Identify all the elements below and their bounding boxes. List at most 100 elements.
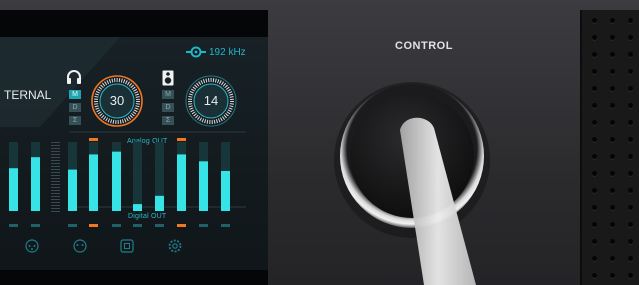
digital-out-indicator [31, 224, 40, 227]
grille-hole [592, 205, 597, 210]
grille-hole [592, 69, 597, 74]
control-section: CONTROL [268, 10, 580, 285]
meter-scale-tick [51, 169, 60, 170]
meter-scale-tick [51, 202, 60, 203]
level-meters [9, 138, 230, 227]
grille-hole [592, 137, 597, 142]
meter-scale-tick [51, 205, 60, 206]
meter-scale-tick [51, 178, 60, 179]
grille-hole [628, 137, 633, 142]
meter-scale-tick [51, 148, 60, 149]
grille-hole [592, 154, 597, 159]
grille-hole [628, 256, 633, 261]
digital-out-indicator [199, 224, 208, 227]
clip-indicator [177, 138, 186, 141]
grille-hole [592, 18, 597, 23]
grille-hole [592, 171, 597, 176]
device-photo: TERNAL 192 kHz M D Σ 30 M D Σ 14 Analog … [0, 0, 639, 285]
grille-hole [610, 222, 615, 227]
grille-hole [592, 35, 597, 40]
digital-out-indicator [68, 224, 77, 227]
control-knob[interactable] [268, 10, 580, 285]
meter-scale-tick [51, 190, 60, 191]
settings-gear-icon[interactable] [168, 239, 182, 253]
grille-hole [628, 86, 633, 91]
digital-out-indicator [133, 224, 142, 227]
grille-hole [592, 239, 597, 244]
speaker-grille [580, 10, 639, 285]
grille-hole [592, 222, 597, 227]
meter-track [133, 142, 142, 211]
grille-hole [628, 273, 633, 278]
grille-hole [628, 188, 633, 193]
meter-scale-tick [51, 211, 60, 212]
meter-scale-tick [51, 187, 60, 188]
digital-out-indicator [221, 224, 230, 227]
grille-hole [628, 69, 633, 74]
grille-hole [610, 52, 615, 57]
meter-scale-tick [51, 145, 60, 146]
meter-bar [9, 168, 18, 211]
grille-hole [628, 222, 633, 227]
grille-hole [610, 205, 615, 210]
grille-hole [610, 256, 615, 261]
grille-hole [628, 120, 633, 125]
meter-scale-tick [51, 142, 60, 143]
meter-scale-tick [51, 163, 60, 164]
grille-hole [628, 171, 633, 176]
meter-scale-tick [51, 208, 60, 209]
meter-scale-tick [51, 199, 60, 200]
digital-out-indicator [155, 224, 164, 227]
digital-out-indicator [9, 224, 18, 227]
grille-hole [628, 103, 633, 108]
meter-bar [155, 195, 164, 211]
grille-hole [610, 18, 615, 23]
grille-hole [628, 18, 633, 23]
meter-scale-tick [51, 184, 60, 185]
grille-hole [610, 154, 615, 159]
grille-hole [592, 273, 597, 278]
meter-scale-tick [51, 166, 60, 167]
meter-bar [177, 154, 186, 211]
grille-hole [628, 205, 633, 210]
grille-hole [628, 52, 633, 57]
grille-hole [592, 52, 597, 57]
meter-bar [31, 157, 40, 211]
meter-bar [89, 154, 98, 211]
grille-hole [628, 239, 633, 244]
grille-hole [592, 120, 597, 125]
meter-bar [221, 170, 230, 211]
meter-bar [112, 151, 121, 211]
grille-hole [592, 103, 597, 108]
grille-hole [610, 86, 615, 91]
grille-hole [610, 239, 615, 244]
grille-hole [592, 86, 597, 91]
meter-scale-tick [51, 154, 60, 155]
touch-screen: TERNAL 192 kHz M D Σ 30 M D Σ 14 Analog … [0, 37, 268, 270]
screen-bezel: TERNAL 192 kHz M D Σ 30 M D Σ 14 Analog … [0, 10, 268, 285]
digital-out-indicator [112, 224, 121, 227]
grille-hole [628, 154, 633, 159]
grille-hole [610, 35, 615, 40]
meter-bar [133, 204, 142, 211]
digital-out-indicator [177, 224, 186, 227]
meter-scale-tick [51, 193, 60, 194]
grille-hole [592, 188, 597, 193]
grille-hole [610, 273, 615, 278]
digital-out-indicator [89, 224, 98, 227]
grille-hole [610, 69, 615, 74]
meter-scale-tick [51, 181, 60, 182]
xlr-output-icon[interactable] [73, 239, 87, 253]
meter-scale-tick [51, 151, 60, 152]
meter-scale-tick [51, 175, 60, 176]
grille-hole [610, 103, 615, 108]
xlr-input-icon[interactable] [25, 239, 39, 253]
grille-hole [610, 171, 615, 176]
grille-hole [610, 137, 615, 142]
meter-scale-tick [51, 157, 60, 158]
meter-bar [68, 169, 77, 211]
grille-hole [610, 188, 615, 193]
meter-bar [199, 161, 208, 211]
meter-scale-tick [51, 196, 60, 197]
square-icon[interactable] [120, 239, 134, 253]
